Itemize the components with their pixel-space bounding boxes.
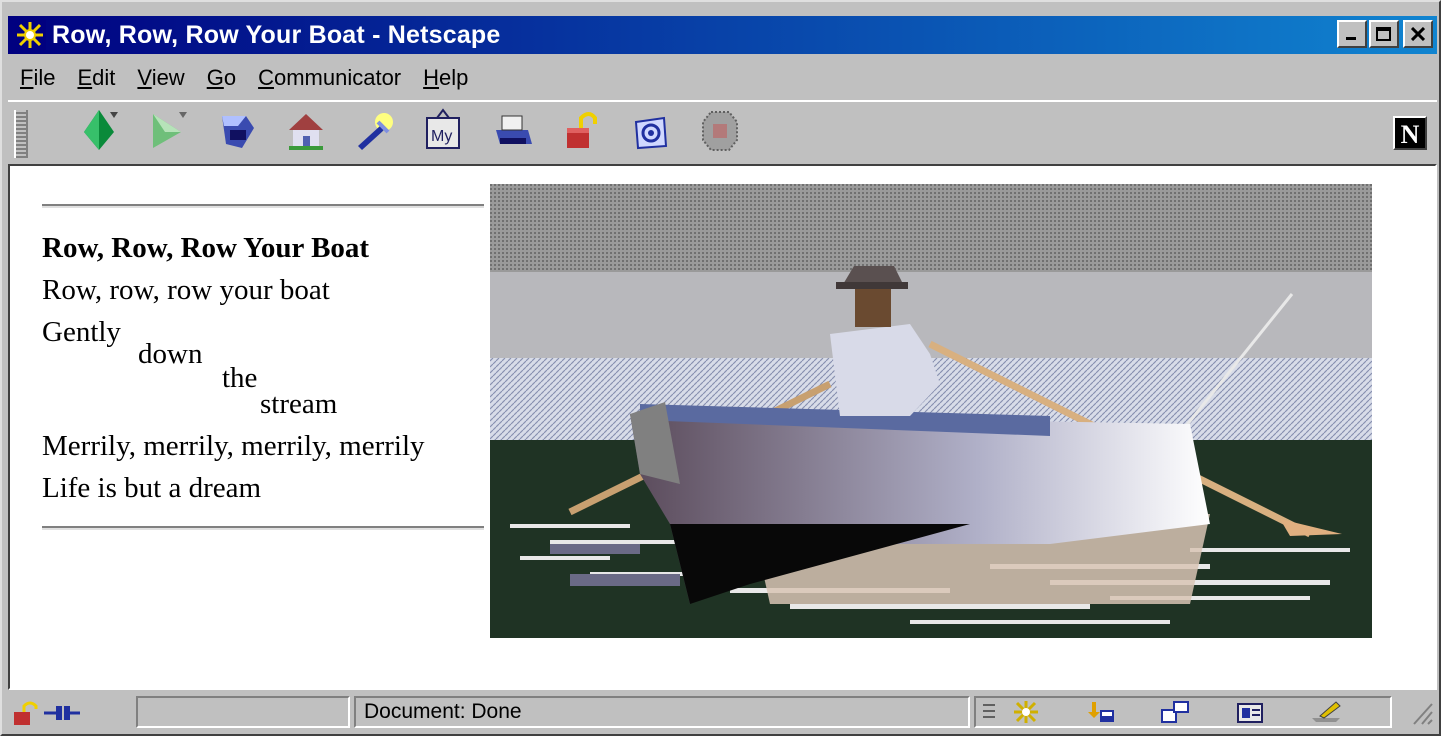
reload-icon[interactable] — [216, 108, 258, 152]
stop-icon[interactable] — [699, 108, 741, 152]
lyric-word-down: down — [138, 338, 203, 370]
search-icon[interactable] — [354, 108, 396, 152]
status-text-panel: Document: Done — [354, 696, 970, 728]
my-netscape-label: My — [431, 128, 452, 145]
rowboat-image — [490, 184, 1372, 638]
menu-view-accel: V — [137, 65, 152, 90]
my-netscape-icon[interactable]: My — [423, 108, 465, 152]
print-icon[interactable] — [492, 108, 534, 152]
minimize-icon — [1346, 37, 1356, 40]
menu-help-label: elp — [439, 65, 469, 90]
menu-file-label: ile — [33, 65, 56, 90]
minimize-button[interactable] — [1337, 20, 1367, 48]
menu-edit-label: dit — [92, 65, 116, 90]
menu-view[interactable]: View — [137, 65, 184, 91]
menu-help[interactable]: Help — [423, 65, 468, 91]
menu-go-label: o — [223, 65, 237, 90]
navigation-toolbar: My N — [8, 100, 1437, 162]
resize-grip-icon[interactable] — [1408, 698, 1434, 725]
lyric-line-3: Merrily, merrily, merrily, merrily — [42, 430, 425, 462]
security-icon[interactable] — [561, 108, 603, 152]
browser-window: Row, Row, Row Your Boat - Netscape File … — [0, 0, 1441, 736]
horizontal-rule-top — [42, 204, 484, 208]
netscape-icon — [14, 20, 46, 50]
progress-panel — [136, 696, 350, 728]
menu-communicator-accel: C — [258, 65, 274, 90]
window-title: Row, Row, Row Your Boat - Netscape — [52, 20, 501, 49]
menu-go[interactable]: Go — [207, 65, 236, 91]
maximize-button[interactable] — [1369, 20, 1399, 48]
lyric-line-1: Row, row, row your boat — [42, 274, 330, 306]
close-button[interactable] — [1403, 20, 1433, 48]
menu-communicator-label: ommunicator — [273, 65, 402, 90]
discussion-groups-icon[interactable] — [1160, 700, 1189, 726]
horizontal-rule-bottom — [42, 526, 484, 530]
menu-communicator[interactable]: Communicator — [258, 65, 401, 91]
menu-go-accel: G — [206, 65, 224, 90]
connection-icon[interactable] — [42, 700, 82, 726]
lyric-line-4: Life is but a dream — [42, 472, 262, 504]
back-icon[interactable] — [78, 108, 120, 152]
composer-icon[interactable] — [1310, 700, 1341, 726]
navigator-icon[interactable] — [1012, 700, 1040, 726]
status-text: Document: Done — [364, 700, 522, 723]
status-bar: Document: Done — [8, 694, 1437, 732]
security-lock-icon[interactable] — [12, 700, 40, 726]
title-bar[interactable]: Row, Row, Row Your Boat - Netscape — [8, 16, 1437, 54]
lyric-word-the: the — [222, 362, 258, 394]
menu-help-accel: H — [423, 65, 440, 90]
menu-view-label: iew — [151, 65, 185, 90]
component-bar — [974, 696, 1392, 728]
shop-icon[interactable] — [630, 108, 672, 152]
mailbox-icon[interactable] — [1086, 700, 1114, 726]
address-book-icon[interactable] — [1236, 700, 1264, 726]
page-content: Row, Row, Row Your Boat Row, row, row yo… — [8, 164, 1437, 690]
close-icon — [1411, 27, 1425, 41]
menu-file[interactable]: File — [20, 65, 55, 91]
song-title: Row, Row, Row Your Boat — [42, 232, 369, 265]
menu-file-accel: F — [20, 65, 34, 90]
menu-edit[interactable]: Edit — [77, 65, 115, 91]
netscape-logo[interactable]: N — [1393, 116, 1427, 150]
home-icon[interactable] — [285, 108, 327, 152]
forward-icon[interactable] — [147, 108, 189, 152]
menu-edit-accel: E — [77, 65, 93, 90]
lyric-word-gently: Gently — [42, 316, 121, 348]
component-bar-grip-icon[interactable] — [982, 701, 996, 727]
lyric-word-stream: stream — [260, 388, 338, 420]
song-title-text: Row, Row, Row Your Boat — [42, 232, 370, 264]
maximize-icon — [1376, 27, 1391, 41]
toolbar-grip[interactable] — [14, 110, 28, 158]
menu-bar: File Edit View Go Communicator Help — [8, 58, 478, 98]
